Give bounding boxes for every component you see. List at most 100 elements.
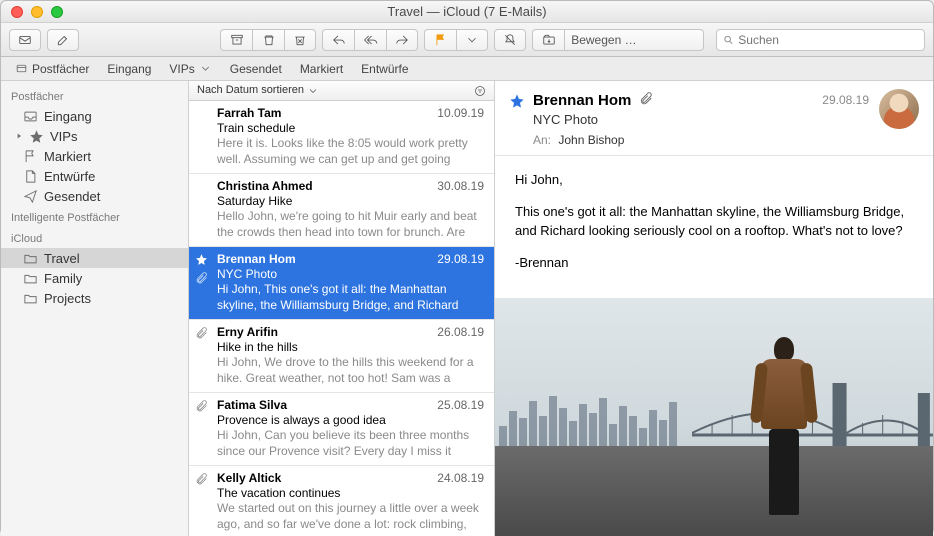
message-preview: Hi John, Can you believe its been three … bbox=[217, 428, 484, 460]
preview-pane: Brennan Hom 29.08.19 NYC Photo An: John … bbox=[495, 81, 933, 536]
message-item[interactable]: Christina Ahmed30.08.19Saturday HikeHell… bbox=[189, 174, 494, 247]
disclosure-icon bbox=[15, 132, 23, 140]
sidebar-item-label: Travel bbox=[44, 251, 80, 266]
message-indicators bbox=[195, 326, 208, 342]
reply-all-button[interactable] bbox=[354, 29, 386, 51]
message-list: Nach Datum sortieren Farrah Tam10.09.19T… bbox=[189, 81, 495, 536]
body-line: -Brennan bbox=[515, 253, 913, 273]
sidebar-item-vips[interactable]: VIPs bbox=[1, 126, 188, 146]
mute-button[interactable] bbox=[494, 29, 526, 51]
flag-icon bbox=[23, 149, 38, 164]
sidebar-section-header: iCloud bbox=[1, 227, 188, 248]
sidebar-section-header: Postfächer bbox=[1, 85, 188, 106]
sidebar-item-label: VIPs bbox=[50, 129, 77, 144]
forward-button[interactable] bbox=[386, 29, 418, 51]
fav-label: Gesendet bbox=[230, 62, 282, 76]
message-indicators bbox=[195, 472, 208, 488]
sidebar-item-sent[interactable]: Gesendet bbox=[1, 186, 188, 206]
filter-icon[interactable] bbox=[474, 85, 486, 97]
star-icon bbox=[29, 129, 44, 144]
body-line: Hi John, bbox=[515, 170, 913, 190]
attached-photo bbox=[495, 298, 933, 536]
sidebar-item-inbox[interactable]: Eingang bbox=[1, 106, 188, 126]
search-field[interactable] bbox=[716, 29, 925, 51]
sidebar-item-drafts[interactable]: Entwürfe bbox=[1, 166, 188, 186]
folder-icon bbox=[23, 291, 38, 306]
fav-label: Eingang bbox=[107, 62, 151, 76]
sidebar-item-label: Family bbox=[44, 271, 82, 286]
message-preview: Here it is. Looks like the 8:05 would wo… bbox=[217, 136, 484, 168]
titlebar: Travel — iCloud (7 E-Mails) bbox=[1, 1, 933, 23]
sidebar-item-flagged[interactable]: Markiert bbox=[1, 146, 188, 166]
message-item[interactable]: Kelly Altick24.08.19The vacation continu… bbox=[189, 466, 494, 536]
sidebar-section-header: Intelligente Postfächer bbox=[1, 206, 188, 227]
message-subject: Hike in the hills bbox=[217, 340, 484, 354]
message-subject: Provence is always a good idea bbox=[217, 413, 484, 427]
sidebar: Postfächer Eingang VIPs Markiert Entwürf… bbox=[1, 81, 189, 536]
message-item[interactable]: Erny Arifin26.08.19Hike in the hillsHi J… bbox=[189, 320, 494, 393]
get-mail-button[interactable] bbox=[9, 29, 41, 51]
delete-button[interactable] bbox=[252, 29, 284, 51]
chevron-down-icon bbox=[307, 85, 319, 97]
message-item[interactable]: Brennan Hom29.08.19NYC PhotoHi John, Thi… bbox=[189, 247, 494, 320]
message-preview: Hello John, we're going to hit Muir earl… bbox=[217, 209, 484, 241]
message-header: Brennan Hom 29.08.19 NYC Photo An: John … bbox=[495, 81, 933, 156]
sort-label: Nach Datum sortieren bbox=[197, 84, 304, 96]
message-preview: Hi John, We drove to the hills this week… bbox=[217, 355, 484, 387]
body-line: This one's got it all: the Manhattan sky… bbox=[515, 202, 913, 241]
toolbar: Bewegen … bbox=[1, 23, 933, 57]
message-item[interactable]: Fatima Silva25.08.19Provence is always a… bbox=[189, 393, 494, 466]
junk-button[interactable] bbox=[284, 29, 316, 51]
sender-name: Brennan Hom bbox=[533, 92, 631, 109]
sidebar-item-travel[interactable]: Travel bbox=[1, 248, 188, 268]
message-indicators bbox=[195, 399, 208, 415]
message-date: 10.09.19 bbox=[437, 106, 484, 120]
recipient-row: An: John Bishop bbox=[533, 133, 919, 147]
flag-button[interactable] bbox=[424, 29, 456, 51]
sort-bar[interactable]: Nach Datum sortieren bbox=[189, 81, 494, 101]
paperplane-icon bbox=[23, 189, 38, 204]
reply-button[interactable] bbox=[322, 29, 354, 51]
fav-mailboxes[interactable]: Postfächer bbox=[7, 60, 97, 78]
search-icon bbox=[723, 34, 734, 46]
message-date: 25.08.19 bbox=[437, 398, 484, 412]
sidebar-item-label: Entwürfe bbox=[44, 169, 95, 184]
fav-inbox[interactable]: Eingang bbox=[99, 60, 159, 78]
archive-button[interactable] bbox=[220, 29, 252, 51]
message-item[interactable]: Farrah Tam10.09.19Train scheduleHere it … bbox=[189, 101, 494, 174]
folder-icon bbox=[23, 251, 38, 266]
fav-flagged[interactable]: Markiert bbox=[292, 60, 351, 78]
attachment-icon bbox=[639, 91, 653, 110]
message-date: 24.08.19 bbox=[437, 471, 484, 485]
vip-star-icon[interactable] bbox=[509, 93, 525, 109]
to-label: An: bbox=[533, 133, 551, 147]
sidebar-item-projects[interactable]: Projects bbox=[1, 288, 188, 308]
message-body: Hi John, This one's got it all: the Manh… bbox=[495, 156, 933, 298]
message-indicators bbox=[195, 253, 208, 287]
message-subject: Train schedule bbox=[217, 121, 484, 135]
fav-vips[interactable]: VIPs bbox=[161, 60, 219, 78]
fav-drafts[interactable]: Entwürfe bbox=[353, 60, 416, 78]
fav-sent[interactable]: Gesendet bbox=[222, 60, 290, 78]
sidebar-item-label: Eingang bbox=[44, 109, 92, 124]
message-subject: NYC Photo bbox=[217, 267, 484, 281]
flag-menu-button[interactable] bbox=[456, 29, 488, 51]
message-subject: NYC Photo bbox=[533, 112, 919, 127]
mailboxes-icon bbox=[15, 62, 28, 75]
message-date: 29.08.19 bbox=[822, 93, 869, 107]
recipient-name: John Bishop bbox=[558, 133, 624, 147]
message-subject: The vacation continues bbox=[217, 486, 484, 500]
message-subject: Saturday Hike bbox=[217, 194, 484, 208]
folder-icon bbox=[23, 271, 38, 286]
move-button[interactable]: Bewegen … bbox=[564, 29, 704, 51]
sidebar-item-family[interactable]: Family bbox=[1, 268, 188, 288]
message-preview: Hi John, This one's got it all: the Manh… bbox=[217, 282, 484, 314]
fav-label: VIPs bbox=[169, 62, 194, 76]
search-input[interactable] bbox=[738, 33, 918, 47]
window-title: Travel — iCloud (7 E-Mails) bbox=[1, 4, 933, 19]
sidebar-item-label: Markiert bbox=[44, 149, 91, 164]
fav-label: Markiert bbox=[300, 62, 343, 76]
inbox-icon bbox=[23, 109, 38, 124]
compose-button[interactable] bbox=[47, 29, 79, 51]
move-to-button[interactable] bbox=[532, 29, 564, 51]
